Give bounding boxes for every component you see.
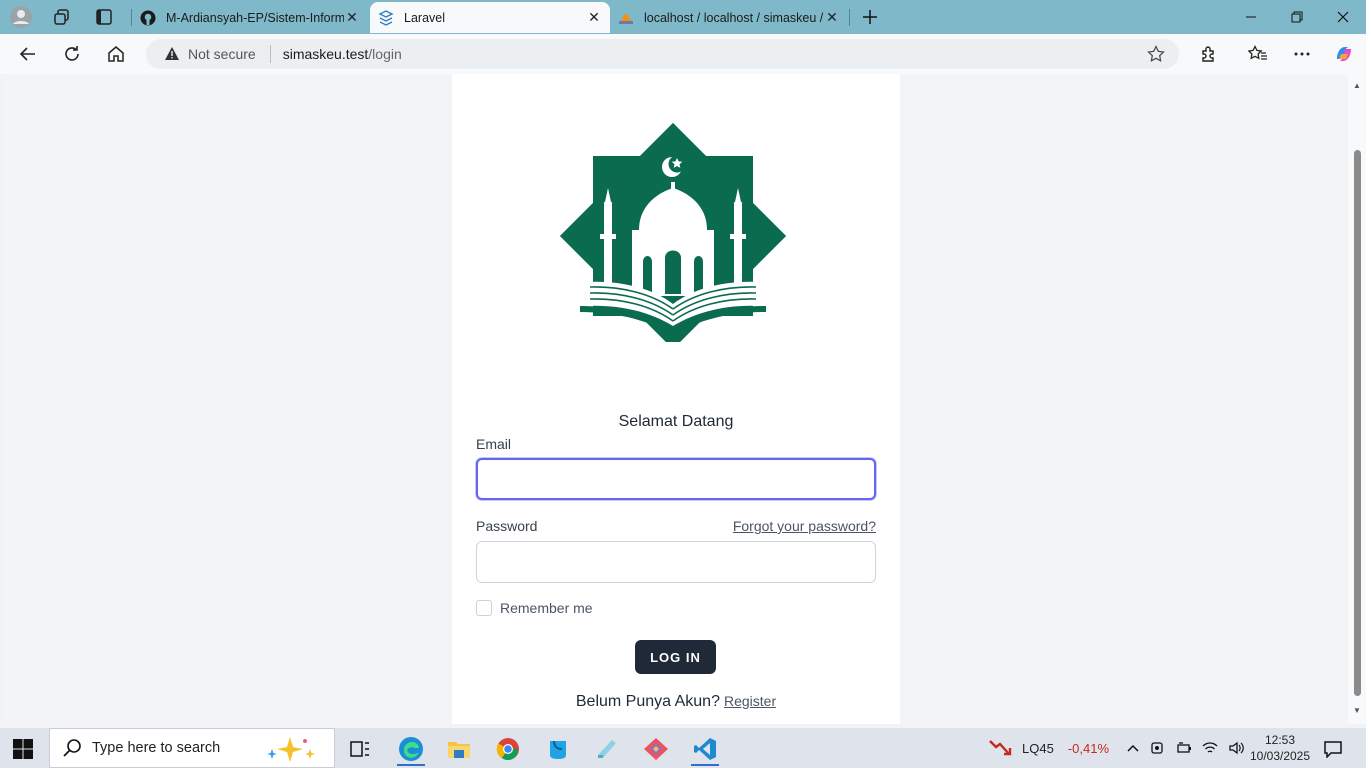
chevron-up-icon[interactable] [1126,741,1140,755]
favorite-star-icon[interactable] [1147,45,1165,63]
tab-title: M-Ardiansyah-EP/Sistem-Informa [166,10,344,25]
browser-toolbar: Not secure simaskeu.test/login [0,34,1366,74]
refresh-icon[interactable] [57,40,87,68]
restore-icon[interactable] [1274,0,1320,34]
password-label: Password [476,518,538,534]
search-highlight-icon [267,737,315,762]
close-window-icon[interactable] [1320,0,1366,34]
chrome-icon[interactable] [488,732,528,766]
app-icon[interactable] [538,732,578,766]
tab-github[interactable]: M-Ardiansyah-EP/Sistem-Informa ✕ [132,2,368,33]
page-scrollbar[interactable]: ▲ ▼ [1348,74,1366,724]
scroll-up-icon[interactable]: ▲ [1352,82,1362,90]
stock-widget[interactable]: LQ45 -0,41% [988,728,1109,768]
home-icon[interactable] [101,40,131,68]
clock-time: 12:53 [1264,733,1296,747]
back-icon[interactable] [13,40,43,68]
remember-me-label: Remember me [500,600,593,616]
minimize-icon[interactable] [1228,0,1274,34]
remember-me[interactable]: Remember me [476,600,593,616]
no-account-text: Belum Punya Akun? [575,693,720,710]
file-explorer-icon[interactable] [439,732,479,766]
taskbar-clock[interactable]: 12:53 10/03/2025 [1244,732,1316,764]
stock-chart-icon [989,740,1012,756]
volume-icon[interactable] [1228,740,1244,756]
more-menu-icon[interactable] [1287,40,1317,68]
search-placeholder: Type here to search [92,740,221,756]
browser-tab-strip: M-Ardiansyah-EP/Sistem-Informa ✕ Laravel… [0,0,1366,34]
stock-change: -0,41% [1067,740,1110,756]
profile-icon[interactable] [9,5,33,29]
windows-start-icon[interactable] [12,738,34,760]
tab-title: localhost / localhost / simaskeu / [644,10,824,25]
phpmyadmin-icon [618,10,634,26]
page-viewport: Selamat Datang Email Password Forgot you… [4,74,1348,724]
copilot-icon[interactable] [1329,40,1359,68]
tab-phpmyadmin[interactable]: localhost / localhost / simaskeu / ✕ [610,2,848,33]
register-link[interactable]: Register [724,693,776,709]
favorites-icon[interactable] [1243,40,1273,68]
taskbar-search[interactable]: Type here to search [49,728,335,768]
scroll-down-icon[interactable]: ▼ [1352,707,1362,715]
login-button[interactable]: LOG IN [635,640,716,674]
notification-icon[interactable] [1313,732,1353,766]
scroll-thumb[interactable] [1354,150,1361,696]
github-icon [140,10,156,26]
password-input[interactable] [476,541,876,583]
tab-laravel[interactable]: Laravel ✕ [370,2,610,33]
extensions-icon[interactable] [1194,40,1224,68]
edge-icon[interactable] [391,732,431,766]
workspaces-icon[interactable] [50,5,74,29]
login-card: Selamat Datang Email Password Forgot you… [452,74,900,724]
meet-now-icon[interactable] [1150,740,1166,756]
email-input[interactable] [476,458,876,500]
address-bar[interactable]: Not secure simaskeu.test/login [146,39,1179,69]
tab-actions-icon[interactable] [92,5,116,29]
url-host: simaskeu.test [282,46,369,62]
close-tab-icon[interactable]: ✕ [344,9,360,26]
email-label: Email [476,436,512,452]
close-tab-icon[interactable]: ✕ [586,9,602,26]
search-icon [63,739,81,757]
security-label[interactable]: Not secure [188,46,256,62]
vscode-icon[interactable] [685,732,725,766]
windows-taskbar: Type here to search LQ45 -0,41% 12:53 10… [0,728,1366,768]
task-view-icon[interactable] [340,732,380,766]
wifi-icon[interactable] [1202,740,1218,756]
battery-icon[interactable] [1176,740,1192,756]
forgot-password-link[interactable]: Forgot your password? [733,518,876,534]
system-tray [1126,728,1244,768]
laravel-icon [378,9,394,26]
tab-title: Laravel [404,10,445,25]
stock-name: LQ45 [1022,740,1054,756]
mosque-logo [560,122,787,342]
git-icon[interactable] [636,732,676,766]
close-tab-icon[interactable]: ✕ [824,9,840,26]
notepad-icon[interactable] [587,732,627,766]
register-prompt: Belum Punya Akun? Register [452,693,900,711]
warning-icon[interactable] [164,46,180,62]
clock-date: 10/03/2025 [1249,749,1311,763]
url-path: /login [368,46,402,62]
welcome-heading: Selamat Datang [618,413,734,430]
remember-me-checkbox[interactable] [476,600,492,616]
new-tab-icon[interactable] [858,5,882,29]
